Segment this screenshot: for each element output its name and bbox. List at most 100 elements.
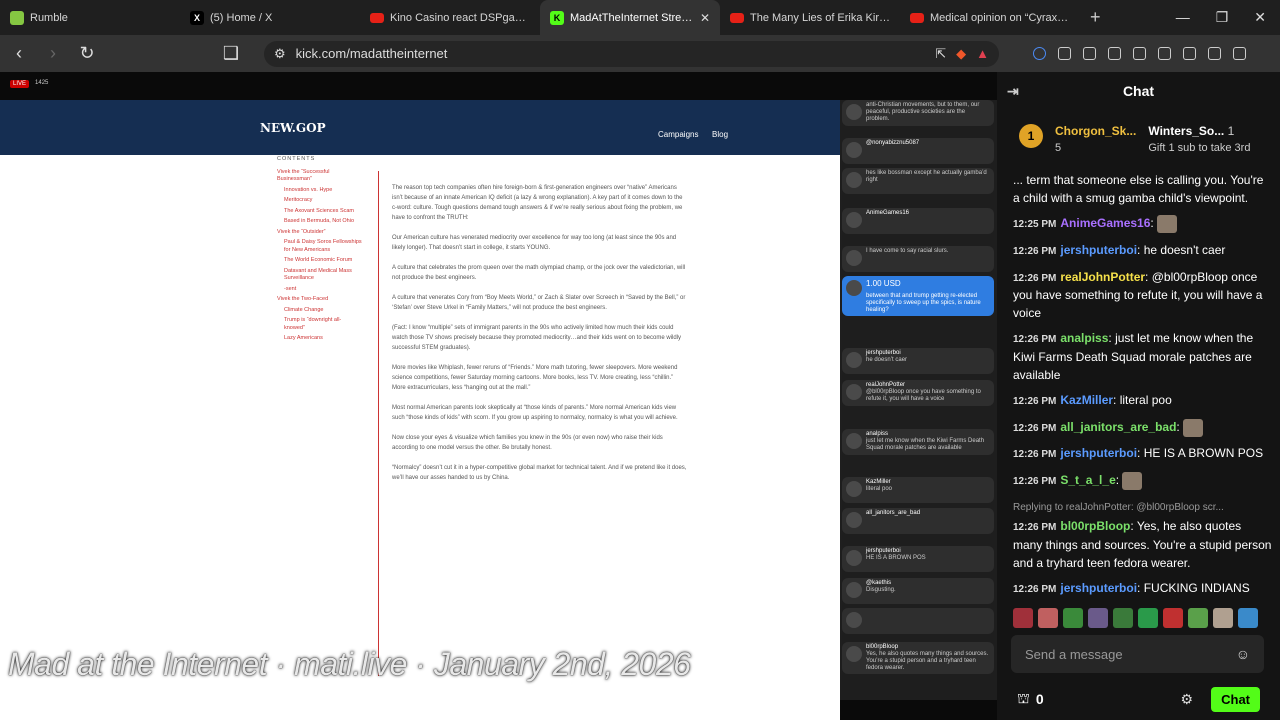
browser-tab[interactable]: Rumble [0, 0, 180, 35]
emote-icon[interactable] [1013, 608, 1033, 628]
reload-icon[interactable]: ↻ [78, 43, 96, 64]
share-icon[interactable]: ⇱ [935, 46, 946, 62]
overlay-text: Disgusting. [866, 587, 896, 593]
new-tab-icon[interactable]: + [1080, 7, 1111, 28]
browser-tab[interactable]: The Many Lies of Erika Kirk Pt.1 [720, 0, 900, 35]
gifter-1[interactable]: Chorgon_Sk... 5 [1055, 124, 1136, 154]
overlay-username: AnimeGames16 [866, 210, 910, 216]
chat-username[interactable]: bl00rpBloop [1060, 519, 1130, 533]
timestamp: 12:26 PM [1013, 449, 1057, 461]
brave-shield-icon[interactable]: ◆ [956, 46, 966, 62]
gift-prompt: Gift 1 sub to take 3rd [1148, 142, 1251, 154]
emote-icon[interactable] [1138, 608, 1158, 628]
timestamp: 12:26 PM [1013, 522, 1057, 534]
minimize-icon[interactable]: — [1176, 9, 1190, 26]
wallet-icon[interactable] [1158, 47, 1171, 60]
contents-heading: CONTENTS [277, 156, 316, 162]
overlay-message: jershputerboi he doesn’t caer [842, 348, 994, 374]
emote-icon[interactable] [1188, 608, 1208, 628]
avatar [846, 104, 862, 120]
close-tab-icon[interactable]: ✕ [700, 11, 710, 25]
menu-icon[interactable] [1233, 47, 1246, 60]
chat-username[interactable]: S_t_a_l_e [1060, 473, 1115, 487]
message-input[interactable]: Send a message ☺ [1011, 635, 1264, 673]
url-text[interactable]: kick.com/madattheinternet [296, 46, 926, 61]
avatar [846, 142, 862, 158]
bookmark-icon[interactable]: ❑ [222, 43, 240, 64]
chat-title: Chat [1122, 83, 1155, 99]
timestamp: 12:26 PM [1013, 422, 1057, 434]
overlay-username: bl00rpBloop [866, 644, 899, 650]
extension-icon[interactable] [1083, 47, 1096, 60]
settings-icon[interactable]: ⚙ [1181, 691, 1194, 708]
emote-icon[interactable] [1238, 608, 1258, 628]
site-nav-campaigns: Campaigns [658, 130, 699, 139]
emoji-icon[interactable]: ☺ [1236, 646, 1250, 662]
send-button[interactable]: Chat [1211, 686, 1260, 712]
browser-tab[interactable]: Kino Casino react DSPgaming [360, 0, 540, 35]
collapse-chat-icon[interactable]: ⇥ [1007, 83, 1019, 100]
site-info-icon[interactable]: ⚙ [274, 46, 286, 62]
browser-tab[interactable]: Medical opinion on “Cyraxx”s m [900, 0, 1080, 35]
points-count: 0 [1035, 691, 1044, 707]
overlay-message: @nonyabizznu5087 [842, 138, 994, 164]
chat-message: ... term that someone else is calling yo… [1013, 172, 1273, 207]
chat-username[interactable]: realJohnPotter [1060, 270, 1145, 284]
puzzle-icon[interactable] [1058, 47, 1071, 60]
forward-icon[interactable]: › [44, 43, 62, 64]
overlay-username: realJohnPotter [866, 382, 906, 388]
chat-username[interactable]: analpiss [1060, 331, 1108, 345]
sidebar-icon[interactable] [1133, 47, 1146, 60]
emote-icon[interactable] [1163, 608, 1183, 628]
vpn-icon[interactable] [1208, 47, 1221, 60]
emote-icon[interactable] [1038, 608, 1058, 628]
article-paragraph: Now close your eyes & visualize which fa… [392, 435, 663, 451]
contents-link: Climate Change [284, 306, 324, 313]
overlay-text: between that and trump getting re-electe… [866, 293, 981, 313]
chat-username[interactable]: jershputerboi [1060, 243, 1137, 257]
browser-tab[interactable]: K MadAtTheInternet Stream ✕ [540, 0, 720, 35]
contents-link: Trump is “downright all-knowed” [284, 317, 342, 331]
reply-context: Replying to realJohnPotter: @bl00rpBloop… [1013, 501, 1224, 513]
chat-username[interactable]: all_janitors_are_bad [1060, 420, 1176, 434]
article-paragraph: (Fact: I know “multiple” sets of immigra… [392, 325, 682, 351]
rewards-icon[interactable]: ▲ [976, 46, 989, 61]
chat-username[interactable]: jershputerboi [1060, 446, 1137, 460]
chat-username[interactable]: AnimeGames16 [1060, 216, 1150, 230]
avatar [846, 280, 862, 296]
chat-message: 12:26 PM S_t_a_l_e: [1013, 472, 1273, 491]
contents-link: Based in Bermuda, Not Ohio [284, 218, 355, 224]
overlay-text: hes like bossman except he actually gamb… [866, 170, 987, 183]
viewer-count: 1425 [35, 80, 49, 86]
chat-username[interactable]: KazMiller [1060, 393, 1113, 407]
chat-message: 12:26 PM jershputerboi: he doesn't caer [1013, 242, 1226, 257]
article-paragraph: The reason top tech companies often hire… [392, 185, 683, 221]
gifter-name: Winters_So... [1148, 124, 1225, 138]
overlay-text: I have come to say racial slurs. [866, 248, 949, 254]
message-placeholder[interactable]: Send a message [1025, 647, 1123, 662]
browser-tab[interactable]: X (5) Home / X [180, 0, 360, 35]
chat-message: 12:26 PM KazMiller: literal poo [1013, 393, 1172, 408]
gifter-2[interactable]: Winters_So... 1 Gift 1 sub to take 3rd [1148, 124, 1250, 154]
restore-icon[interactable]: ❐ [1216, 9, 1229, 26]
contents-link: Lazy Americans [284, 335, 323, 341]
overlay-text: HE IS A BROWN POS [866, 555, 926, 561]
leo-icon[interactable] [1183, 47, 1196, 60]
emote-icon[interactable] [1113, 608, 1133, 628]
chat-footer: ⛫ 0 ⚙ Chat [997, 678, 1280, 720]
emote-icon[interactable] [1063, 608, 1083, 628]
extension-icon[interactable] [1033, 47, 1046, 60]
stream-player[interactable]: LIVE 1425 NEW.GOP Campaigns Blog CONTENT… [0, 72, 997, 720]
back-icon[interactable]: ‹ [10, 43, 28, 64]
timestamp: 12:25 PM [1013, 219, 1057, 231]
overlay-username: analpiss [866, 431, 889, 437]
address-bar[interactable]: ⚙ kick.com/madattheinternet ⇱ ◆ ▲ [264, 40, 999, 67]
music-icon[interactable] [1108, 47, 1121, 60]
emote-icon[interactable] [1213, 608, 1233, 628]
close-window-icon[interactable]: ✕ [1254, 9, 1266, 26]
emote-icon[interactable] [1088, 608, 1108, 628]
avatar [846, 481, 862, 497]
gift-icon[interactable]: ⛫ [1017, 690, 1030, 709]
chat-username[interactable]: jershputerboi [1060, 581, 1137, 595]
message-text: HE IS A BROWN POS [1143, 446, 1264, 461]
